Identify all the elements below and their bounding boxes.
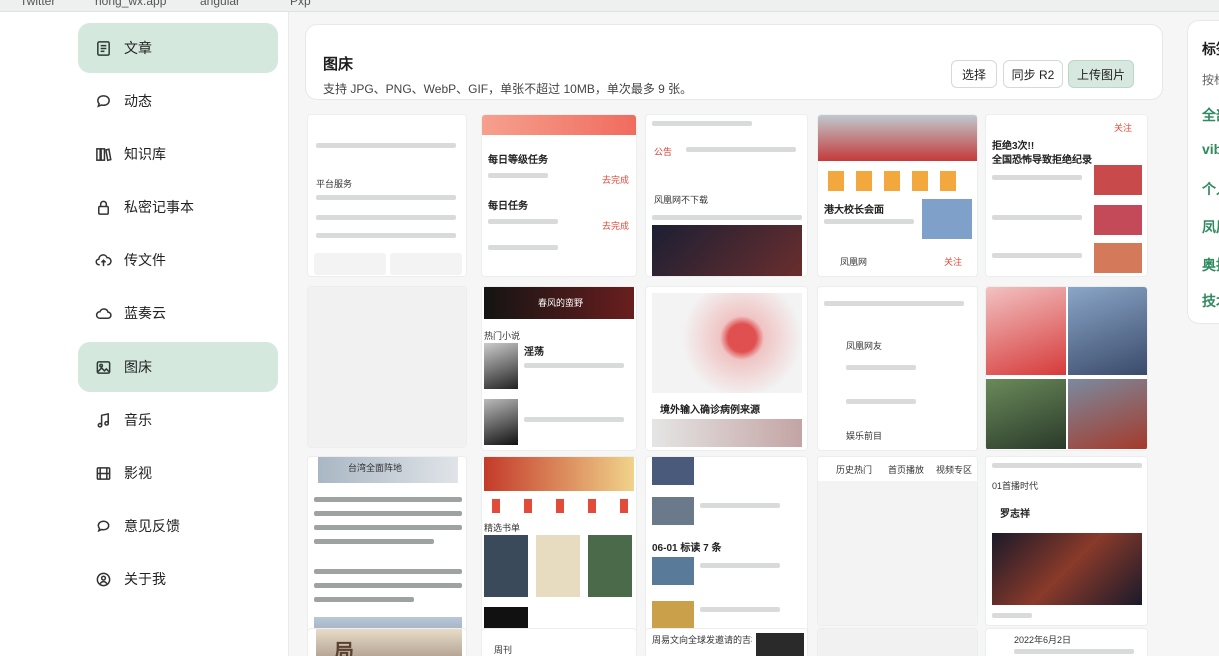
sidebar-item-movies[interactable]: 影视: [78, 448, 278, 498]
feedback-icon: [94, 517, 112, 535]
sidebar: 文章 动态 知识库 私密记事本 传文件 蓝奏云 图床 音乐 影视 意见反馈 关于…: [0, 12, 289, 656]
sidebar-item-label: 影视: [124, 465, 152, 481]
sidebar-item-label: 音乐: [124, 412, 152, 428]
select-button[interactable]: 选择: [951, 60, 997, 88]
image-tile[interactable]: 周刊: [481, 628, 637, 656]
tag-item[interactable]: vib: [1202, 141, 1219, 157]
tag-item[interactable]: 奥技: [1202, 255, 1219, 275]
sidebar-item-file-transfer[interactable]: 传文件: [78, 235, 278, 285]
tags-panel-subtitle: 按标: [1202, 73, 1219, 87]
image-tile[interactable]: 拒绝3次!! 全国恐怖导致拒绝纪录 关注: [985, 114, 1148, 277]
image-tile[interactable]: 精选书单: [481, 456, 637, 656]
image-tile[interactable]: 平台服务: [307, 114, 467, 277]
image-tile[interactable]: 2022年6月2日: [985, 628, 1148, 656]
tags-panel: 标签 按标 全部 vib 个人 凤凰 奥技 技术: [1187, 20, 1219, 324]
chat-bubble-icon: [94, 92, 112, 110]
image-tile[interactable]: 06-01 标读 7 条: [645, 456, 808, 656]
sidebar-item-article[interactable]: 文章: [78, 23, 278, 73]
sidebar-item-about-me[interactable]: 关于我: [78, 554, 278, 604]
bookmark-item[interactable]: Pxp: [290, 0, 311, 8]
image-tile[interactable]: 周易文向全球发邀请的吉林博士女子长: [645, 628, 808, 656]
sidebar-item-label: 意见反馈: [124, 518, 180, 534]
image-tile[interactable]: 公告 风凰网不下载: [645, 114, 808, 277]
image-tile[interactable]: 每日等级任务 每日任务 去完成 去完成: [481, 114, 637, 277]
tag-item[interactable]: 凤凰: [1202, 217, 1219, 237]
sidebar-item-lanzou-cloud[interactable]: 蓝奏云: [78, 288, 278, 338]
lock-icon: [94, 198, 112, 216]
sidebar-item-knowledge-base[interactable]: 知识库: [78, 129, 278, 179]
sidebar-item-label: 知识库: [124, 146, 166, 162]
image-tile[interactable]: 港大校长会面 凤凰网 关注: [817, 114, 978, 277]
cloud-upload-icon: [94, 251, 112, 269]
sidebar-item-moments[interactable]: 动态: [78, 76, 278, 126]
sidebar-item-music[interactable]: 音乐: [78, 395, 278, 445]
image-tile[interactable]: [985, 286, 1148, 451]
image-tile[interactable]: 局: [307, 628, 467, 656]
sidebar-item-image-host[interactable]: 图床: [78, 342, 278, 392]
article-icon: [94, 39, 112, 57]
tag-item[interactable]: 全部: [1202, 105, 1219, 125]
bookmark-item[interactable]: hong_wx.app: [95, 0, 166, 8]
image-tile[interactable]: 历史热门 首页播放 视频专区: [817, 456, 978, 626]
tag-item[interactable]: 技术: [1202, 291, 1219, 311]
tag-item[interactable]: 个人: [1202, 179, 1219, 199]
books-icon: [94, 145, 112, 163]
sidebar-item-label: 蓝奏云: [124, 305, 166, 321]
sidebar-item-private-notes[interactable]: 私密记事本: [78, 182, 278, 232]
sidebar-item-label: 文章: [124, 40, 152, 56]
image-tile[interactable]: 台湾全面阵地: [307, 456, 467, 656]
sidebar-item-label: 动态: [124, 93, 152, 109]
cloud-icon: [94, 304, 112, 322]
sidebar-item-label: 私密记事本: [124, 199, 194, 215]
image-grid: 平台服务 每日等级任务 每日任务 去完成 去完成 公告 风凰网不下载 港大校长会…: [305, 112, 1150, 656]
sidebar-item-label: 传文件: [124, 252, 166, 268]
main-content: 图床 支持 JPG、PNG、WebP、GIF，单张不超过 10MB，单次最多 9…: [289, 12, 1174, 656]
bookmarks-bar: Twitter hong_wx.app angular Pxp: [0, 0, 1219, 12]
page-subtitle: 支持 JPG、PNG、WebP、GIF，单张不超过 10MB，单次最多 9 张。: [323, 82, 693, 96]
image-tile[interactable]: 境外输入确诊病例来源: [645, 286, 808, 451]
bookmark-item[interactable]: Twitter: [20, 0, 55, 8]
music-note-icon: [94, 411, 112, 429]
user-circle-icon: [94, 570, 112, 588]
image-tile[interactable]: [307, 286, 467, 448]
image-icon: [94, 358, 112, 376]
page-header-card: 图床 支持 JPG、PNG、WebP、GIF，单张不超过 10MB，单次最多 9…: [305, 24, 1163, 100]
sidebar-item-feedback[interactable]: 意见反馈: [78, 501, 278, 551]
image-tile[interactable]: 春风的蛮野 热门小说 淫荡: [481, 286, 637, 451]
bookmark-item[interactable]: angular: [200, 0, 240, 8]
page-title: 图床: [323, 56, 354, 73]
image-tile[interactable]: 凤凰网友 娱乐前目: [817, 286, 978, 451]
film-icon: [94, 464, 112, 482]
sync-r2-button[interactable]: 同步 R2: [1003, 60, 1063, 88]
tags-panel-title: 标签: [1202, 41, 1219, 57]
image-tile[interactable]: [817, 628, 978, 656]
upload-image-button[interactable]: 上传图片: [1068, 60, 1134, 88]
sidebar-item-label: 关于我: [124, 571, 166, 587]
sidebar-item-label: 图床: [124, 359, 152, 375]
image-tile[interactable]: 01首播时代 罗志祥: [985, 456, 1148, 626]
